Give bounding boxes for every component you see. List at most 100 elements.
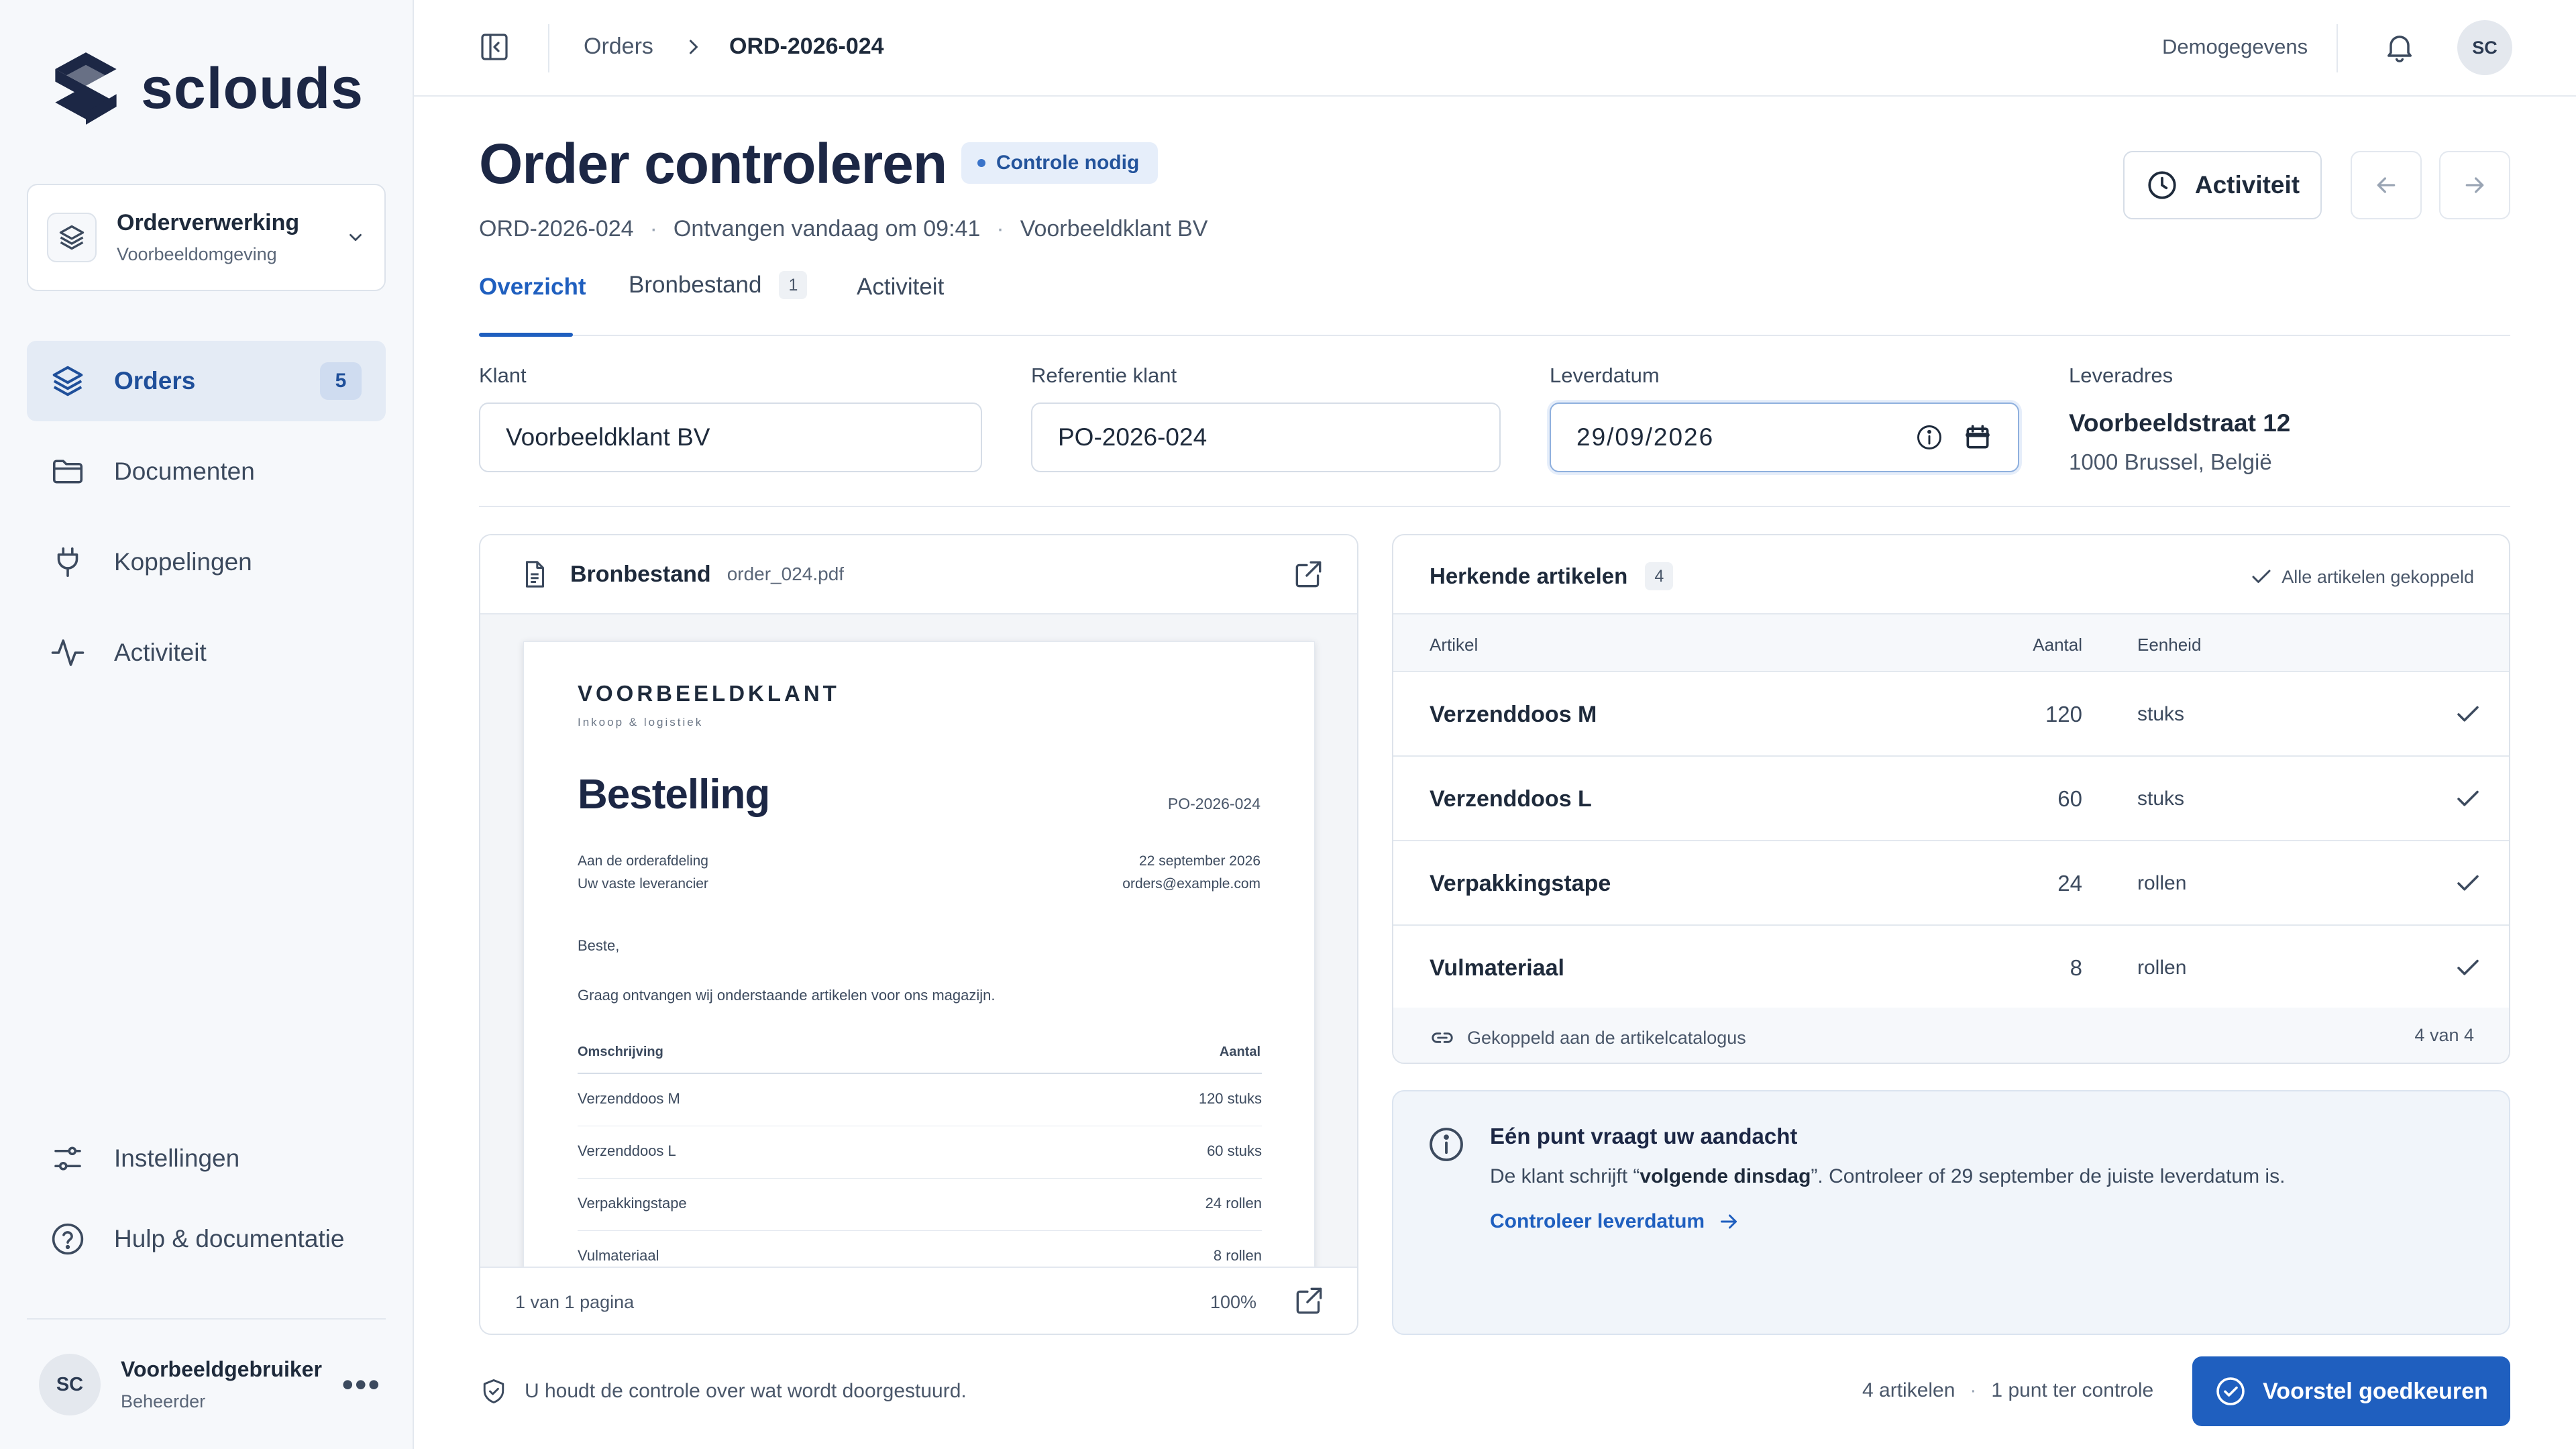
sidebar-item-orders[interactable]: Orders 5 [27, 341, 386, 421]
col-article: Artikel [1430, 635, 1479, 655]
doc-sender-info: 22 september 2026 orders@example.com [1122, 850, 1260, 896]
external-link-icon[interactable] [1291, 557, 1325, 591]
klant-input[interactable] [506, 423, 955, 451]
doc-recipient-line: Aan de orderafdeling [578, 853, 708, 869]
sidebar-item-label: Hulp & documentatie [114, 1225, 345, 1252]
table-row[interactable]: Vulmateriaal 8 rollen [1393, 926, 2509, 1010]
leverdatum-input[interactable] [1576, 423, 1896, 451]
workspace-subtitle: Voorbeeldomgeving [117, 244, 277, 264]
articles-count-badge: 4 [1645, 562, 1674, 590]
tab-activiteit[interactable]: Activiteit [857, 274, 944, 301]
topbar-divider [548, 24, 549, 72]
sidebar-item-instellingen[interactable]: Instellingen [27, 1122, 386, 1195]
breadcrumb-current: ORD-2026-024 [729, 34, 884, 59]
articles-header: Herkende artikelen 4 Alle artikelen geko… [1393, 535, 2509, 614]
next-order-button[interactable] [2439, 151, 2510, 219]
articles-footer: Gekoppeld aan de artikelcatalogus 4 van … [1393, 1008, 2509, 1063]
sidebar-item-label: Activiteit [114, 639, 207, 666]
source-panel-header: Bronbestand order_024.pdf [480, 535, 1357, 614]
articles-table-header: Artikel Aantal Eenheid [1393, 614, 2509, 672]
doc-date: 22 september 2026 [1139, 853, 1260, 869]
brand-logo[interactable]: sclouds [51, 51, 364, 126]
calendar-icon[interactable] [1963, 423, 1992, 452]
chevron-down-icon [350, 233, 362, 241]
doc-tagline: Inkoop & logistiek [578, 716, 704, 729]
tab-bronbestand[interactable]: Bronbestand 1 [629, 271, 808, 299]
section-divider [479, 506, 2510, 507]
doc-recipient: Aan de orderafdeling Uw vaste leverancie… [578, 850, 708, 896]
referentie-input[interactable] [1058, 423, 1474, 451]
referentie-field[interactable] [1031, 402, 1501, 472]
table-row[interactable]: Verpakkingstape 24 rollen [1393, 841, 2509, 926]
doc-body: Graag ontvangen wij onderstaande artikel… [578, 987, 996, 1004]
tab-label: Activiteit [857, 274, 945, 300]
doc-row-qty: 8 rollen [1213, 1247, 1262, 1264]
arrow-left-icon [2377, 177, 2396, 193]
main-nav: Orders 5 Documenten Koppelingen Activite… [27, 341, 386, 703]
tab-label: Bronbestand [629, 272, 762, 298]
tab-bar: Overzicht Bronbestand 1 Activiteit [479, 271, 2510, 337]
notice-text: De klant schrijft “volgende dinsdag”. Co… [1490, 1165, 2285, 1188]
workspace-switcher[interactable]: Orderverwerking Voorbeeldomgeving [27, 184, 386, 291]
check-icon [2457, 959, 2479, 975]
tab-label: Overzicht [479, 274, 586, 300]
sidebar-item-koppelingen[interactable]: Koppelingen [27, 522, 386, 602]
check-delivery-date-link[interactable]: Controleer leverdatum [1490, 1210, 1741, 1234]
tab-badge: 1 [779, 271, 808, 299]
previous-order-button[interactable] [2351, 151, 2422, 219]
page-title: Order controleren [479, 132, 947, 195]
avatar[interactable]: SC [2457, 20, 2512, 75]
sidebar-item-help[interactable]: Hulp & documentatie [27, 1202, 386, 1276]
breadcrumb-orders[interactable]: Orders [584, 34, 653, 60]
leveradres-street: Voorbeeldstraat 12 [2069, 409, 2291, 437]
pdf-preview[interactable]: VOORBEELDKLANT Inkoop & logistiek Bestel… [523, 641, 1315, 1312]
doc-email: orders@example.com [1122, 876, 1260, 892]
article-name: Vulmateriaal [1430, 955, 1564, 981]
more-options-icon[interactable]: ••• [341, 1368, 381, 1401]
zoom-level[interactable]: 100% [1210, 1292, 1256, 1313]
activity-button-label: Activiteit [2194, 171, 2300, 199]
doc-col-description: Omschrijving [578, 1044, 663, 1059]
status-badge: Controle nodig [961, 142, 1159, 184]
klant-field[interactable] [479, 402, 982, 472]
workspace-title: Orderverwerking [117, 210, 300, 235]
article-unit: stuks [2137, 703, 2185, 725]
table-row[interactable]: Verzenddoos L 60 stuks [1393, 757, 2509, 841]
clock-icon [2148, 171, 2176, 199]
catalog-link[interactable]: Gekoppeld aan de artikelcatalogus [1430, 1025, 1746, 1051]
activity-button[interactable]: Activiteit [2123, 151, 2322, 219]
table-row[interactable]: Verzenddoos M 120 stuks [1393, 672, 2509, 757]
activity-icon [51, 639, 85, 666]
folder-icon [52, 460, 83, 484]
review-summary: 4 artikelen · 1 punt ter controle [1862, 1379, 2154, 1401]
sclouds-logo-icon [55, 52, 117, 125]
user-profile[interactable]: SC Voorbeeldgebruiker Beheerder ••• [39, 1354, 381, 1415]
avatar: SC [39, 1354, 101, 1415]
sidebar-item-documenten[interactable]: Documenten [27, 431, 386, 512]
referentie-label: Referentie klant [1031, 364, 1177, 387]
doc-row-qty: 24 rollen [1205, 1195, 1262, 1212]
approve-proposal-button[interactable]: Voorstel goedkeuren [2192, 1356, 2510, 1426]
secondary-nav: Instellingen Hulp & documentatie [27, 1122, 386, 1283]
sidebar-item-activiteit[interactable]: Activiteit [27, 612, 386, 693]
sidebar: sclouds Orderverwerking Voorbeeldomgevin… [0, 0, 414, 1449]
leverdatum-field[interactable] [1550, 402, 2019, 472]
sidebar-toggle-icon[interactable] [478, 31, 511, 63]
bell-icon[interactable] [2382, 30, 2417, 64]
info-icon[interactable] [1915, 423, 1944, 452]
info-icon [1430, 1128, 1463, 1161]
page-indicator: 1 van 1 pagina [515, 1292, 635, 1312]
points-summary: 1 punt ter controle [1991, 1379, 2154, 1401]
article-unit: rollen [2137, 872, 2187, 894]
article-qty: 60 [2057, 786, 2082, 811]
tab-overzicht[interactable]: Overzicht [479, 274, 586, 301]
external-link-icon[interactable] [1292, 1284, 1326, 1318]
help-icon [52, 1223, 84, 1255]
notice-text-part: ”. Controleer of 29 september de juiste … [1811, 1165, 2286, 1187]
document-icon [525, 561, 544, 588]
control-note: U houdt de controle over wat wordt doorg… [479, 1377, 967, 1406]
source-panel-title: Bronbestand [570, 561, 711, 587]
notice-text-part: De klant schrijft “ [1490, 1165, 1640, 1187]
doc-title: Bestelling [578, 771, 770, 818]
article-qty: 24 [2057, 871, 2082, 896]
